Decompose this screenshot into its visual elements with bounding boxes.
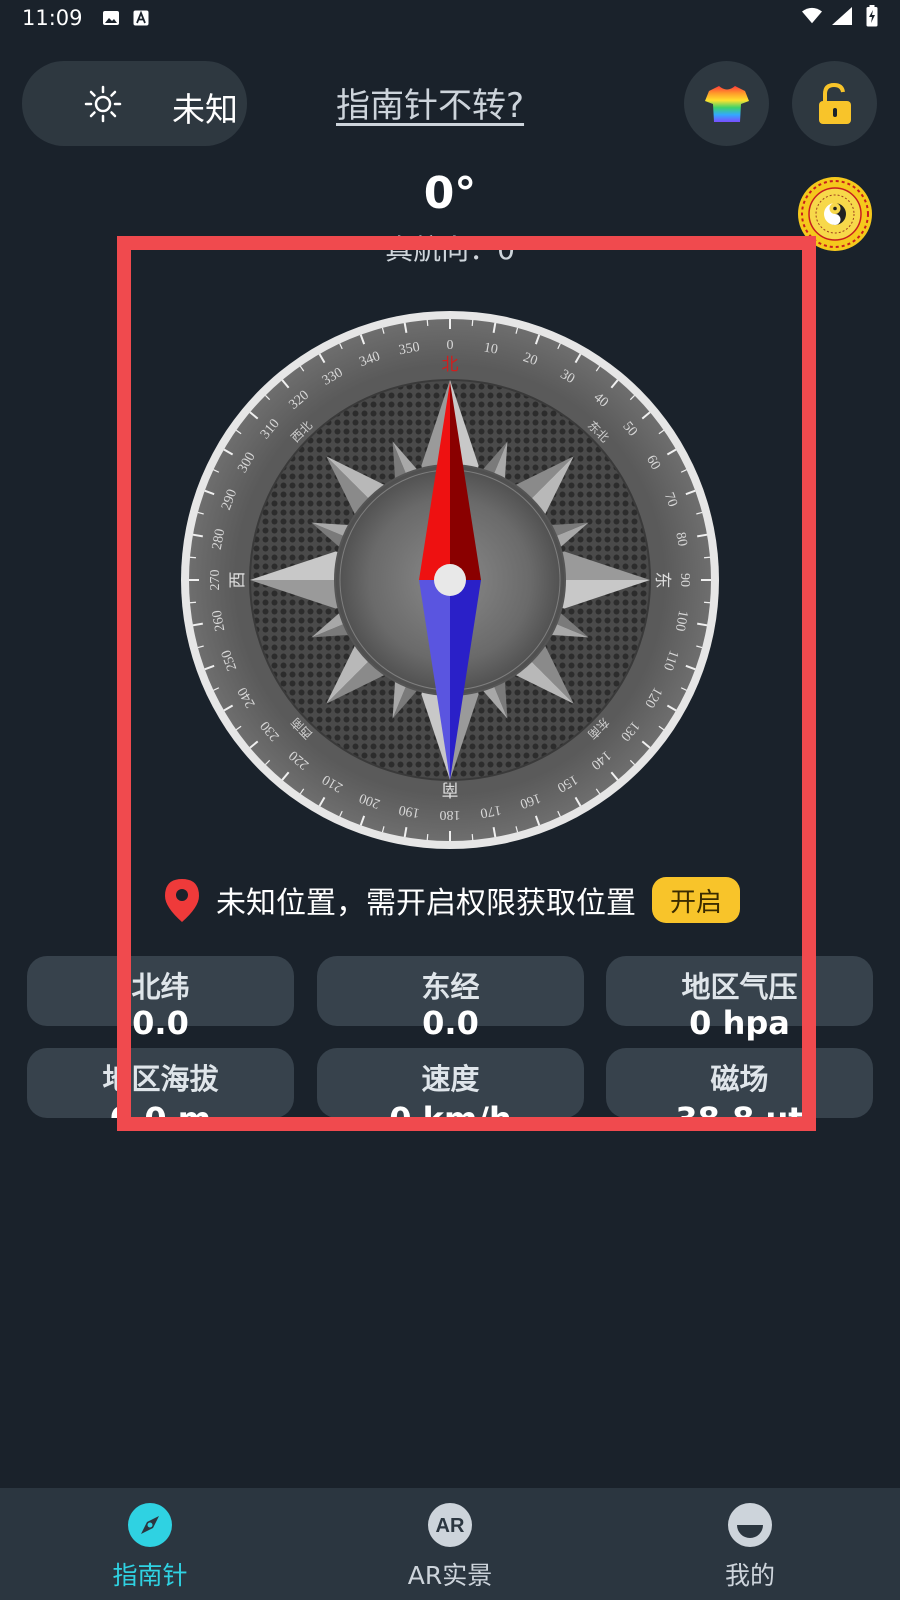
nav-mine[interactable]: 我的 <box>600 1488 900 1600</box>
status-time: 11:09 <box>22 6 83 30</box>
nav-ar[interactable]: AR AR实景 <box>300 1488 600 1600</box>
sun-icon <box>84 85 122 123</box>
theme-button[interactable] <box>684 61 769 146</box>
profile-icon <box>728 1503 772 1547</box>
highlight-box <box>117 236 816 1131</box>
wifi-icon <box>802 6 822 26</box>
heading-degree: 0° <box>423 168 477 219</box>
keyboard-a-icon <box>131 8 151 28</box>
compass-icon <box>128 1503 172 1547</box>
svg-text:AR: AR <box>436 1515 465 1537</box>
nav-mine-label: 我的 <box>724 1561 775 1590</box>
tshirt-icon <box>704 85 749 122</box>
lock-button[interactable] <box>792 61 877 146</box>
unlock-icon <box>818 82 851 124</box>
status-bar: 11:09 <box>0 0 900 36</box>
nav-ar-label: AR实景 <box>407 1561 493 1590</box>
nav-compass[interactable]: 指南针 <box>0 1488 300 1600</box>
bottom-nav: 指南针 AR AR实景 我的 <box>0 1488 900 1600</box>
signal-icon <box>832 6 852 26</box>
battery-icon <box>862 5 882 27</box>
nav-compass-label: 指南针 <box>112 1561 188 1590</box>
ar-icon: AR <box>428 1503 472 1547</box>
image-icon <box>101 8 121 28</box>
compass-help-link[interactable]: 指南针不转? <box>336 78 524 127</box>
light-label: 未知 <box>172 90 238 129</box>
light-toggle[interactable]: 未知 <box>22 61 247 146</box>
